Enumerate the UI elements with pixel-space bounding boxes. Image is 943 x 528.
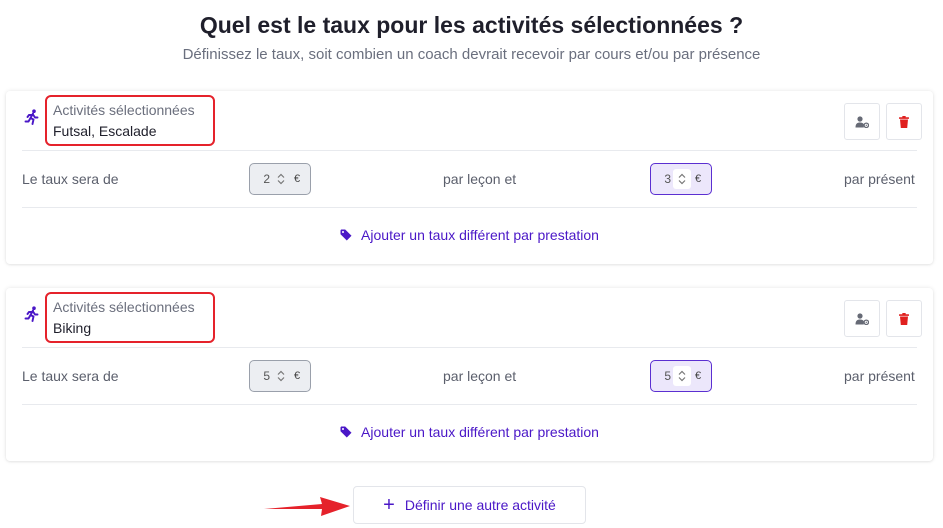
per-presence-label: par présent: [844, 171, 915, 187]
add-different-rate-label: Ajouter un taux différent par prestation: [361, 424, 599, 440]
tag-icon: [340, 229, 352, 241]
delete-button[interactable]: [886, 103, 922, 140]
user-gear-icon: [855, 312, 869, 325]
chevron-up-down-icon[interactable]: [673, 169, 691, 189]
chevron-up-down-icon[interactable]: [272, 169, 290, 189]
divider: [22, 150, 917, 151]
selected-activities-value[interactable]: Biking: [53, 320, 91, 336]
rate-per-lesson-value: 5: [263, 369, 270, 383]
add-different-rate-label: Ajouter un taux différent par prestation: [361, 227, 599, 243]
assign-coach-button[interactable]: [844, 103, 880, 140]
rate-per-lesson-value: 2: [263, 172, 270, 186]
chevron-up-down-icon[interactable]: [673, 366, 691, 386]
rate-row: Le taux sera de 5 € par leçon et 5 € par…: [6, 359, 933, 393]
divider: [22, 347, 917, 348]
per-lesson-label: par leçon et: [443, 368, 517, 384]
running-person-icon: [24, 306, 39, 322]
rate-label: Le taux sera de: [22, 368, 119, 384]
currency-label: €: [695, 370, 702, 382]
rate-row: Le taux sera de 2 € par leçon et 3 € par…: [6, 162, 933, 196]
define-other-activity-button[interactable]: + Définir une autre activité: [353, 486, 586, 524]
tag-icon: [340, 426, 352, 438]
divider: [22, 207, 917, 208]
rate-label: Le taux sera de: [22, 171, 119, 187]
activity-card: Activités sélectionnées Biking Le taux s…: [6, 288, 933, 461]
per-lesson-label: par leçon et: [443, 171, 517, 187]
rate-per-lesson-input[interactable]: 2 €: [249, 163, 311, 195]
currency-label: €: [294, 370, 301, 382]
rate-per-presence-input[interactable]: 5 €: [650, 360, 712, 392]
add-different-rate-link[interactable]: Ajouter un taux différent par prestation: [6, 227, 933, 243]
trash-icon: [899, 312, 909, 325]
per-presence-label: par présent: [844, 368, 915, 384]
rate-per-presence-input[interactable]: 3 €: [650, 163, 712, 195]
assign-coach-button[interactable]: [844, 300, 880, 337]
define-other-activity-label: Définir une autre activité: [404, 497, 556, 513]
delete-button[interactable]: [886, 300, 922, 337]
plus-icon: +: [383, 494, 395, 516]
chevron-up-down-icon[interactable]: [272, 366, 290, 386]
rate-per-presence-value: 5: [664, 369, 671, 383]
selected-activities-label: Activités sélectionnées: [53, 299, 195, 315]
annotation-arrow-icon: [264, 497, 350, 516]
selected-activities-value[interactable]: Futsal, Escalade: [53, 123, 157, 139]
user-gear-icon: [855, 115, 869, 128]
rate-per-lesson-input[interactable]: 5 €: [249, 360, 311, 392]
page-title: Quel est le taux pour les activités séle…: [199, 12, 744, 38]
divider: [22, 404, 917, 405]
activity-card: Activités sélectionnées Futsal, Escalade…: [6, 91, 933, 264]
currency-label: €: [294, 173, 301, 185]
running-person-icon: [24, 109, 39, 125]
trash-icon: [899, 115, 909, 128]
rate-per-presence-value: 3: [664, 172, 671, 186]
currency-label: €: [695, 173, 702, 185]
add-different-rate-link[interactable]: Ajouter un taux différent par prestation: [6, 424, 933, 440]
selected-activities-label: Activités sélectionnées: [53, 102, 195, 118]
page-subtitle: Définissez le taux, soit combien un coac…: [182, 46, 761, 63]
